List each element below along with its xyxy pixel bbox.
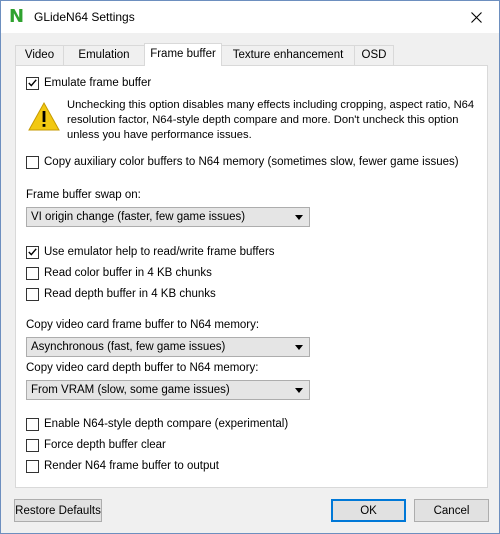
restore-defaults-button[interactable]: Restore Defaults (14, 499, 102, 522)
emulate-frame-buffer-label: Emulate frame buffer (44, 77, 152, 89)
swap-on-dropdown[interactable]: VI origin change (faster, few game issue… (26, 207, 310, 227)
chevron-down-icon (295, 345, 303, 350)
force-depth-clear-label: Force depth buffer clear (44, 439, 166, 451)
checkbox-box[interactable] (26, 266, 39, 280)
copy-frame-buffer-dropdown[interactable]: Asynchronous (fast, few game issues) (26, 337, 310, 357)
frame-buffer-panel: Emulate frame buffer Unchecking this opt… (15, 65, 488, 488)
tab-video[interactable]: Video (15, 45, 64, 65)
checkbox-box[interactable] (26, 459, 39, 473)
tab-texture-enhancement[interactable]: Texture enhancement (221, 45, 355, 65)
cancel-button[interactable]: Cancel (414, 499, 489, 522)
checkbox-box[interactable] (26, 76, 39, 90)
copy-frame-buffer-label: Copy video card frame buffer to N64 memo… (26, 319, 260, 331)
checkbox-box[interactable] (26, 287, 39, 301)
checkmark-icon (28, 79, 37, 87)
swap-on-label: Frame buffer swap on: (26, 189, 141, 201)
copy-frame-buffer-value: Asynchronous (fast, few game issues) (31, 341, 226, 353)
tab-emulation[interactable]: Emulation (63, 45, 145, 65)
emulator-help-checkbox[interactable]: Use emulator help to read/write frame bu… (26, 244, 275, 260)
close-icon (470, 11, 482, 23)
force-depth-clear-checkbox[interactable]: Force depth buffer clear (26, 437, 166, 453)
swap-on-value: VI origin change (faster, few game issue… (31, 211, 246, 223)
copy-aux-buffers-checkbox[interactable]: Copy auxiliary color buffers to N64 memo… (26, 154, 459, 170)
warning-icon (28, 101, 60, 131)
depth-compare-label: Enable N64-style depth compare (experime… (44, 418, 289, 430)
tab-frame-buffer[interactable]: Frame buffer (144, 43, 222, 66)
copy-aux-buffers-label: Copy auxiliary color buffers to N64 memo… (44, 156, 459, 168)
copy-depth-buffer-dropdown[interactable]: From VRAM (slow, some game issues) (26, 380, 310, 400)
emulate-frame-buffer-checkbox[interactable]: Emulate frame buffer (26, 75, 151, 91)
checkbox-box[interactable] (26, 417, 39, 431)
copy-depth-buffer-label: Copy video card depth buffer to N64 memo… (26, 362, 259, 374)
copy-depth-buffer-value: From VRAM (slow, some game issues) (31, 384, 230, 396)
emulator-help-label: Use emulator help to read/write frame bu… (44, 246, 275, 258)
read-color-chunks-label: Read color buffer in 4 KB chunks (44, 267, 212, 279)
render-to-output-label: Render N64 frame buffer to output (44, 460, 219, 472)
checkmark-icon (28, 248, 37, 256)
title-bar: N GLideN64 Settings (1, 1, 499, 33)
close-button[interactable] (453, 1, 499, 33)
render-to-output-checkbox[interactable]: Render N64 frame buffer to output (26, 458, 219, 474)
app-n-icon: N (9, 6, 25, 27)
checkbox-box[interactable] (26, 155, 39, 169)
read-depth-chunks-checkbox[interactable]: Read depth buffer in 4 KB chunks (26, 286, 216, 302)
ok-button[interactable]: OK (331, 499, 406, 522)
chevron-down-icon (295, 215, 303, 220)
warning-text: Unchecking this option disables many eff… (67, 99, 475, 141)
window-title: GLideN64 Settings (34, 10, 135, 24)
depth-compare-checkbox[interactable]: Enable N64-style depth compare (experime… (26, 416, 288, 432)
read-depth-chunks-label: Read depth buffer in 4 KB chunks (44, 288, 216, 300)
settings-window: N GLideN64 Settings Video Emulation Fram… (0, 0, 500, 534)
checkbox-box[interactable] (26, 245, 39, 259)
tab-osd[interactable]: OSD (354, 45, 394, 65)
checkbox-box[interactable] (26, 438, 39, 452)
read-color-chunks-checkbox[interactable]: Read color buffer in 4 KB chunks (26, 265, 212, 281)
chevron-down-icon (295, 388, 303, 393)
